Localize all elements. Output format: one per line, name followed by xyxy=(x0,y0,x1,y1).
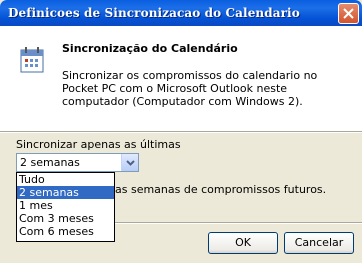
dropdown-option[interactable]: 1 mes xyxy=(17,199,114,212)
dialog-heading: Sincronização do Calendário xyxy=(62,42,238,55)
sync-period-select[interactable]: 2 semanas xyxy=(16,153,139,172)
chevron-down-icon xyxy=(126,160,135,166)
cancel-button[interactable]: Cancelar xyxy=(284,232,354,254)
calendar-icon xyxy=(20,47,44,73)
dialog-description: Sincronizar os compromissos do calendari… xyxy=(62,69,318,108)
dropdown-option[interactable]: Com 3 meses xyxy=(17,212,114,225)
header-panel: Sincronização do Calendário Sincronizar … xyxy=(0,26,362,131)
dropdown-option[interactable]: Com 6 meses xyxy=(17,225,114,238)
dropdown-option-selected[interactable]: 2 semanas xyxy=(17,186,114,199)
sync-period-dropdown-list[interactable]: Tudo 2 semanas 1 mes Com 3 meses Com 6 m… xyxy=(16,172,115,242)
dropdown-option[interactable]: Tudo xyxy=(17,173,114,186)
sync-settings-dialog: Definicoes de Sincronizacao do Calendari… xyxy=(0,0,362,263)
close-icon xyxy=(343,8,354,19)
header-divider xyxy=(0,131,362,133)
close-button[interactable] xyxy=(338,3,359,24)
title-bar[interactable]: Definicoes de Sincronizacao do Calendari… xyxy=(0,0,362,26)
dropdown-button[interactable] xyxy=(121,154,138,171)
window-title: Definicoes de Sincronizacao do Calendari… xyxy=(8,6,300,20)
ok-button[interactable]: OK xyxy=(208,232,278,254)
sync-period-value: 2 semanas xyxy=(20,156,80,169)
sync-period-label: Sincronizar apenas as últimas xyxy=(16,138,181,151)
